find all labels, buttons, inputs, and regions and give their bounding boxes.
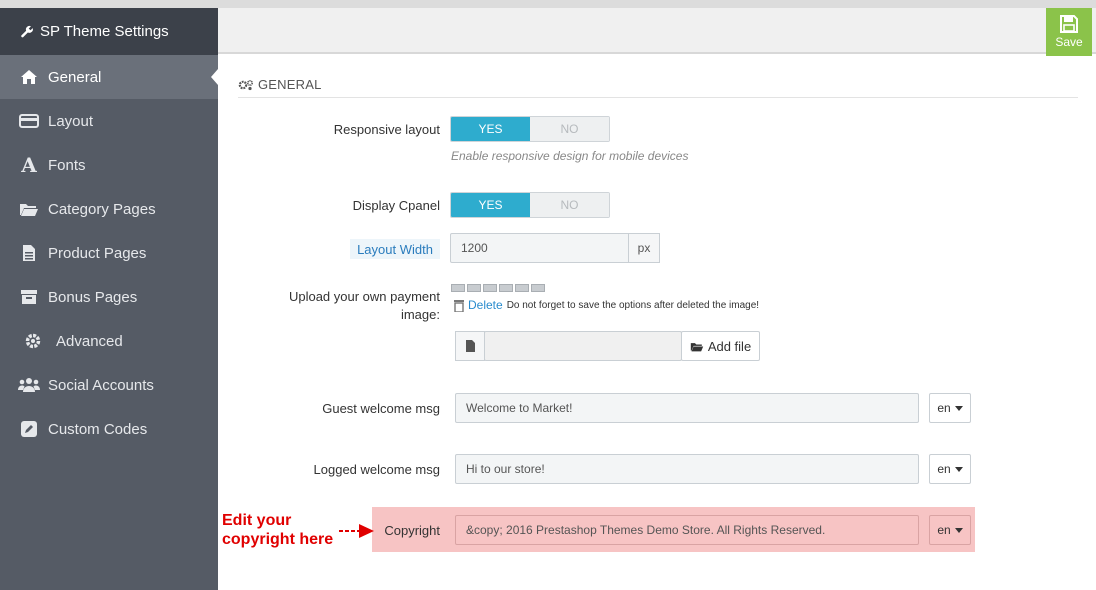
payment-image-label: Upload your own payment image: bbox=[288, 289, 440, 322]
users-icon bbox=[18, 374, 40, 396]
sidebar-item-product-pages[interactable]: Product Pages bbox=[0, 231, 218, 275]
floppy-icon bbox=[1060, 15, 1078, 33]
guest-lang-dropdown[interactable]: en bbox=[929, 393, 971, 423]
file-icon bbox=[18, 242, 40, 264]
logged-welcome-label: Logged welcome msg bbox=[313, 462, 440, 477]
gear-icon bbox=[22, 330, 44, 352]
sidebar-item-label: Fonts bbox=[48, 156, 86, 174]
window-top-strip bbox=[0, 0, 1096, 8]
sidebar-item-advanced[interactable]: Advanced bbox=[0, 319, 218, 363]
payment-file-input[interactable] bbox=[484, 331, 682, 361]
display-cpanel-toggle[interactable]: YES NO bbox=[450, 192, 610, 218]
sidebar-item-label: Product Pages bbox=[48, 244, 147, 262]
sidebar-item-label: Social Accounts bbox=[48, 376, 154, 394]
file-type-addon bbox=[455, 331, 485, 361]
responsive-no-option[interactable]: NO bbox=[530, 117, 609, 141]
lang-label: en bbox=[937, 462, 951, 476]
toolbar: Save bbox=[218, 8, 1096, 56]
cpanel-yes-option[interactable]: YES bbox=[451, 193, 530, 217]
layout-width-input[interactable]: 1200 bbox=[450, 233, 630, 263]
add-file-button[interactable]: Add file bbox=[681, 331, 760, 361]
sidebar-item-category-pages[interactable]: Category Pages bbox=[0, 187, 218, 231]
panel-title: GENERAL bbox=[238, 72, 1078, 98]
logged-welcome-input[interactable]: Hi to our store! bbox=[455, 454, 919, 484]
sidebar-item-label: Custom Codes bbox=[48, 420, 148, 438]
sidebar-item-layout[interactable]: Layout bbox=[0, 99, 218, 143]
cogs-icon bbox=[238, 79, 254, 90]
responsive-layout-toggle[interactable]: YES NO bbox=[450, 116, 610, 142]
annotation-line-1: Edit your bbox=[222, 512, 292, 529]
display-cpanel-label: Display Cpanel bbox=[352, 198, 440, 213]
folder-open-icon bbox=[690, 342, 703, 351]
responsive-layout-label: Responsive layout bbox=[333, 122, 440, 137]
sidebar-item-general[interactable]: General bbox=[0, 55, 218, 99]
layout-width-label: Layout Width bbox=[350, 239, 440, 259]
caret-down-icon bbox=[954, 405, 963, 411]
sidebar-item-bonus-pages[interactable]: Bonus Pages bbox=[0, 275, 218, 319]
annotation-line-2: copyright here bbox=[222, 531, 334, 548]
annotation-arrow-icon bbox=[339, 524, 374, 538]
payment-card-icon bbox=[451, 284, 465, 292]
lang-label: en bbox=[937, 523, 951, 537]
payment-card-icon bbox=[515, 284, 529, 292]
save-label: Save bbox=[1055, 35, 1083, 49]
pencil-icon bbox=[18, 418, 40, 440]
payment-delete-note: Do not forget to save the options after … bbox=[506, 299, 760, 311]
sidebar-item-label: General bbox=[48, 68, 102, 86]
payment-image-preview bbox=[451, 284, 545, 292]
payment-card-icon bbox=[531, 284, 545, 292]
sidebar-item-social-accounts[interactable]: Social Accounts bbox=[0, 363, 218, 407]
sidebar-item-label: Layout bbox=[48, 112, 94, 130]
guest-welcome-input[interactable]: Welcome to Market! bbox=[455, 393, 919, 423]
copyright-lang-dropdown[interactable]: en bbox=[929, 515, 971, 545]
payment-card-icon bbox=[499, 284, 513, 292]
guest-welcome-label: Guest welcome msg bbox=[322, 401, 440, 416]
sidebar-item-label: Bonus Pages bbox=[48, 288, 138, 306]
payment-delete-link[interactable]: Delete bbox=[468, 298, 503, 312]
file-icon bbox=[465, 340, 475, 352]
sidebar-item-label: Advanced bbox=[56, 332, 123, 350]
panel-title-text: GENERAL bbox=[258, 77, 322, 92]
trash-icon[interactable] bbox=[454, 299, 464, 312]
sidebar-title: SP Theme Settings bbox=[40, 23, 169, 40]
folder-open-icon bbox=[18, 198, 40, 220]
add-file-label: Add file bbox=[707, 338, 752, 354]
layout-width-unit: px bbox=[628, 233, 660, 263]
sidebar-item-label: Category Pages bbox=[48, 200, 156, 218]
responsive-yes-option[interactable]: YES bbox=[451, 117, 530, 141]
caret-down-icon bbox=[954, 466, 963, 472]
payment-card-icon bbox=[483, 284, 497, 292]
logged-lang-dropdown[interactable]: en bbox=[929, 454, 971, 484]
wrench-icon bbox=[21, 25, 33, 37]
cpanel-no-option[interactable]: NO bbox=[530, 193, 609, 217]
home-icon bbox=[18, 66, 40, 88]
responsive-help-text: Enable responsive design for mobile devi… bbox=[451, 149, 689, 163]
payment-delete-row: Delete Do not forget to save the options… bbox=[454, 298, 759, 312]
save-button[interactable]: Save bbox=[1046, 8, 1092, 56]
font-icon: A bbox=[21, 153, 37, 177]
sidebar-item-fonts[interactable]: A Fonts bbox=[0, 143, 218, 187]
credit-card-icon bbox=[18, 110, 40, 132]
copyright-input[interactable]: &copy; 2016 Prestashop Themes Demo Store… bbox=[455, 515, 919, 545]
sidebar-header: SP Theme Settings bbox=[0, 8, 218, 55]
archive-icon bbox=[18, 286, 40, 308]
annotation-text: Edit your copyright here bbox=[222, 511, 333, 549]
caret-down-icon bbox=[954, 527, 963, 533]
sidebar-item-custom-codes[interactable]: Custom Codes bbox=[0, 407, 218, 451]
sidebar: SP Theme Settings General Layout A Fonts… bbox=[0, 8, 218, 590]
payment-card-icon bbox=[467, 284, 481, 292]
lang-label: en bbox=[937, 401, 951, 415]
